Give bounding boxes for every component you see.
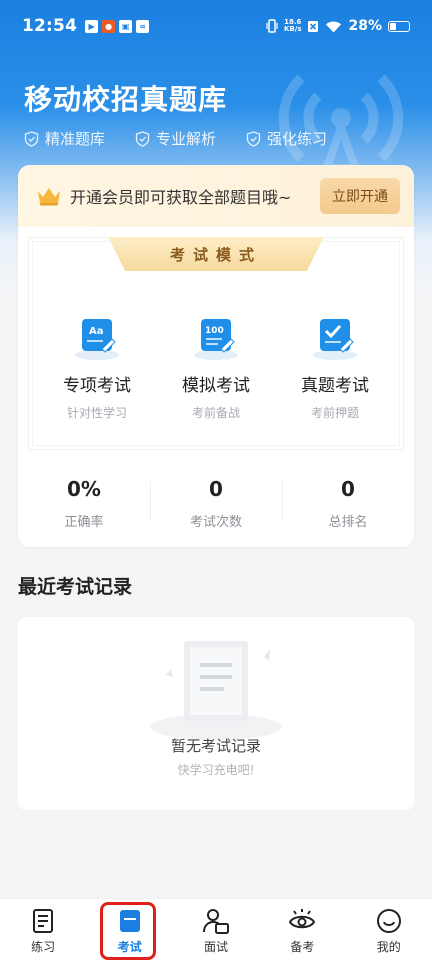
empty-subtitle: 快学习充电吧! [177, 763, 255, 777]
mode-title: 真题考试 [301, 376, 369, 396]
nav-label: 练习 [31, 940, 56, 954]
wifi-icon [326, 21, 342, 32]
smiley-icon [376, 909, 401, 933]
stat-label: 正确率 [64, 515, 104, 530]
notification-icons: ▶ ● ▣ ∞ [85, 19, 150, 33]
shield-check-icon [24, 130, 39, 147]
sim-off-icon [308, 20, 319, 32]
vip-text: 开通会员即可获取全部题目哦~ [70, 188, 292, 207]
exam-mode-panel: 考试模式 Aa 专项考试 针对性学习 100 模拟考试 考前备战 真题考试 考前… [18, 227, 414, 460]
open-vip-button[interactable]: 立即开通 [320, 178, 400, 214]
eye-icon [289, 909, 316, 929]
nav-label: 考试 [117, 940, 142, 954]
net-speed: 18.6 KB/s [284, 18, 302, 33]
stat-value: 0% [67, 477, 101, 501]
exam-mode-ribbon: 考试模式 [108, 237, 324, 271]
vibrate-icon [266, 19, 278, 33]
shield-check-icon [135, 130, 150, 147]
empty-title: 暂无考试记录 [170, 737, 261, 755]
feature-label: 精准题库 [45, 130, 106, 148]
feature-label: 强化练习 [267, 130, 328, 148]
stat-value: 0 [209, 477, 223, 501]
nav-label: 面试 [203, 940, 228, 954]
feature-item: 精准题库 [24, 128, 105, 149]
nav-prepare[interactable]: 备考 [272, 907, 332, 955]
stat-exam-count: 0 考试次数 [150, 477, 282, 530]
stat-label: 考试次数 [189, 515, 242, 530]
svg-text:Aa: Aa [89, 326, 104, 337]
mode-title: 模拟考试 [182, 376, 250, 396]
mock-exam-button[interactable]: 100 模拟考试 考前备战 [161, 315, 271, 421]
checklist-icon [313, 319, 357, 360]
interview-icon [202, 909, 229, 934]
stat-value: 0 [341, 477, 355, 501]
mode-subtitle: 考前押题 [310, 406, 359, 420]
aa-book-icon: Aa [75, 319, 119, 360]
exam-icon [119, 910, 140, 932]
practice-icon [33, 909, 54, 933]
mode-subtitle: 针对性学习 [66, 406, 127, 420]
crown-icon [38, 188, 60, 206]
empty-document-icon [150, 641, 282, 740]
nav-exam[interactable]: 考试 [100, 907, 160, 955]
stat-label: 总排名 [328, 515, 368, 530]
shield-check-icon [246, 130, 261, 147]
feature-list: 精准题库 专业解析 强化练习 [24, 128, 327, 149]
svg-text:100: 100 [205, 326, 224, 336]
mode-subtitle: 考前备战 [191, 406, 240, 420]
app-title: 移动校招真题库 [24, 83, 228, 116]
score-100-icon: 100 [194, 319, 238, 360]
stats-row: 0% 正确率 0 考试次数 0 总排名 [18, 460, 414, 547]
nav-label: 备考 [290, 940, 315, 954]
shopping-app-icon: ● [102, 19, 116, 33]
recent-records-title: 最近考试记录 [18, 576, 133, 598]
nav-practice[interactable]: 练习 [13, 907, 73, 955]
feature-label: 专业解析 [156, 130, 217, 148]
video-app-icon: ▶ [85, 19, 99, 33]
nav-profile[interactable]: 我的 [359, 907, 419, 955]
wallet-app-icon: ▣ [119, 19, 133, 33]
link-app-icon: ∞ [136, 19, 150, 33]
battery-percent: 28% [348, 18, 382, 34]
status-time: 12:54 [22, 16, 78, 36]
real-exam-button[interactable]: 真题考试 考前押题 [280, 315, 390, 421]
bottom-nav: 练习 考试 面试 备考 我的 [0, 898, 432, 964]
status-bar: 12:54 ▶ ● ▣ ∞ 18.6 KB/s 28% [0, 0, 432, 52]
feature-item: 专业解析 [135, 128, 216, 149]
special-exam-button[interactable]: Aa 专项考试 针对性学习 [42, 315, 152, 421]
exam-mode-list: Aa 专项考试 针对性学习 100 模拟考试 考前备战 真题考试 考前押题 [18, 315, 414, 421]
stat-ranking: 0 总排名 [282, 477, 414, 530]
recent-records-card: 暂无考试记录 快学习充电吧! [18, 617, 414, 810]
feature-item: 强化练习 [246, 128, 327, 149]
stat-accuracy: 0% 正确率 [18, 477, 150, 530]
exam-card: 开通会员即可获取全部题目哦~ 立即开通 考试模式 Aa 专项考试 针对性学习 1… [18, 165, 414, 547]
mode-title: 专项考试 [63, 376, 131, 396]
vip-banner[interactable]: 开通会员即可获取全部题目哦~ 立即开通 [18, 165, 414, 227]
battery-icon [388, 20, 410, 32]
status-right: 18.6 KB/s 28% [266, 18, 410, 34]
nav-interview[interactable]: 面试 [186, 907, 246, 955]
nav-label: 我的 [376, 940, 401, 954]
